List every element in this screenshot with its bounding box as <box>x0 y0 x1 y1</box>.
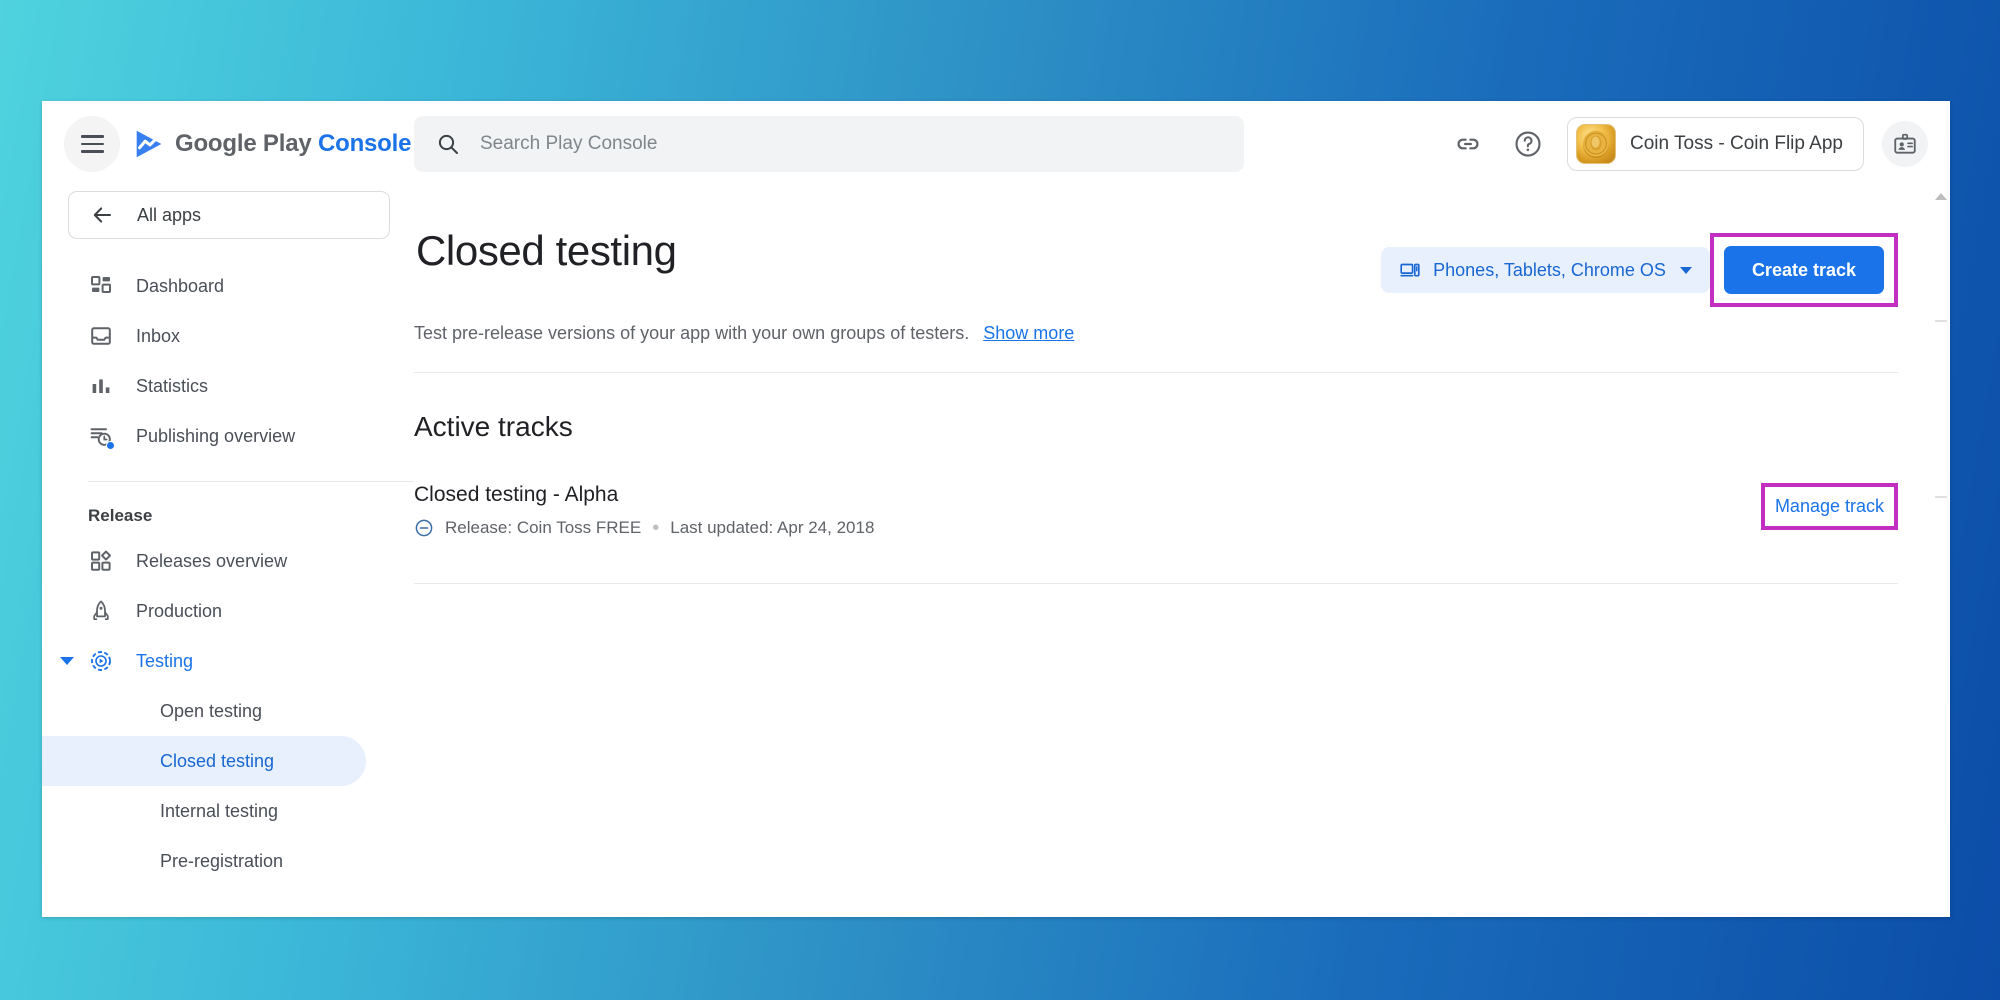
testing-icon <box>88 648 114 674</box>
track-meta: Release: Coin Toss FREE • Last updated: … <box>414 518 874 538</box>
logo-text-console: Console <box>317 130 412 157</box>
sidebar-item-label: Testing <box>136 650 194 671</box>
arrow-left-icon <box>93 207 111 223</box>
notification-badge-dot <box>106 441 115 450</box>
sidebar-subitem-label: Internal testing <box>160 800 279 821</box>
bar-chart-icon <box>88 373 114 399</box>
id-badge-icon <box>1894 133 1916 154</box>
primary-nav-list: Dashboard Inbox Statistics Publishing ov… <box>42 261 414 461</box>
google-play-logo-icon <box>136 130 162 158</box>
chevron-down-icon <box>1679 266 1692 274</box>
top-header: Google Play Console Search Play Console … <box>42 101 1950 187</box>
app-chip-label: Coin Toss - Coin Flip App <box>1630 133 1843 154</box>
app-selector-chip[interactable]: Coin Toss - Coin Flip App <box>1567 117 1864 171</box>
sidebar-item-label: Production <box>136 600 223 621</box>
chevron-down-icon[interactable] <box>60 657 74 665</box>
header-actions: Coin Toss - Coin Flip App <box>1447 117 1950 171</box>
search-input[interactable] <box>480 133 1222 155</box>
all-apps-label: All apps <box>137 204 202 225</box>
sidebar-item-inbox[interactable]: Inbox <box>42 311 366 361</box>
body-split: All apps Dashboard Inbox Statistics Publ… <box>42 187 1950 917</box>
search-icon <box>438 134 458 154</box>
sidebar: All apps Dashboard Inbox Statistics Publ… <box>42 187 414 917</box>
create-track-button[interactable]: Create track <box>1723 246 1884 294</box>
track-name: Closed testing - Alpha <box>414 483 619 506</box>
table-row: Closed testing - Alpha Release: Coin Tos… <box>414 483 1898 549</box>
page-subtitle: Test pre-release versions of your app wi… <box>414 323 970 343</box>
sidebar-item-label: Statistics <box>136 375 209 396</box>
inbox-icon <box>88 323 114 349</box>
sidebar-item-label: Dashboard <box>136 275 225 296</box>
manage-track-link[interactable]: Manage track <box>1775 496 1884 517</box>
scroll-up-arrow-icon[interactable] <box>1935 193 1947 200</box>
page-title-row: Closed testing Phones, Tablets, Chrome O… <box>414 227 1898 307</box>
rocket-icon <box>88 598 114 624</box>
sidebar-item-dashboard[interactable]: Dashboard <box>42 261 366 311</box>
brand-zone: Google Play Console <box>42 116 414 172</box>
publishing-overview-icon <box>88 423 115 450</box>
app-avatar-coin-icon <box>1576 124 1617 164</box>
device-filter-label: Phones, Tablets, Chrome OS <box>1433 259 1666 280</box>
sidebar-item-closed-testing[interactable]: Closed testing <box>42 736 366 786</box>
sidebar-item-releases-overview[interactable]: Releases overview <box>42 536 366 586</box>
meta-separator: • <box>652 517 660 539</box>
manage-track-highlight: Manage track <box>1760 483 1898 530</box>
logo-text: Google Play Console <box>175 130 411 158</box>
sidebar-item-testing[interactable]: Testing <box>42 636 366 686</box>
scrollbar-tick <box>1935 320 1947 322</box>
sidebar-item-label: Releases overview <box>136 550 288 571</box>
main-inner: Closed testing Phones, Tablets, Chrome O… <box>414 227 1950 584</box>
sidebar-item-pre-registration[interactable]: Pre-registration <box>42 836 366 886</box>
hamburger-line <box>80 135 104 138</box>
play-console-logo[interactable]: Google Play Console <box>132 127 411 161</box>
help-circle-icon <box>1515 131 1541 157</box>
track-divider <box>414 583 1898 584</box>
sidebar-subitem-label: Open testing <box>160 700 263 721</box>
sidebar-item-publishing-overview[interactable]: Publishing overview <box>42 411 366 461</box>
link-icon <box>1457 138 1479 150</box>
page-actions: Phones, Tablets, Chrome OS Create track <box>1381 227 1898 307</box>
account-badge-button[interactable] <box>1882 121 1928 167</box>
devices-icon <box>1400 263 1420 277</box>
sidebar-subitem-label: Closed testing <box>160 750 275 771</box>
active-tracks-heading: Active tracks <box>414 411 573 442</box>
releases-overview-icon <box>88 548 114 574</box>
search-box[interactable] <box>414 116 1244 172</box>
dashboard-icon <box>88 273 114 299</box>
sidebar-item-internal-testing[interactable]: Internal testing <box>42 786 366 836</box>
sidebar-item-label: Inbox <box>136 325 181 346</box>
sidebar-item-statistics[interactable]: Statistics <box>42 361 366 411</box>
sidebar-item-label: Publishing overview <box>136 425 296 446</box>
all-apps-button[interactable]: All apps <box>68 191 390 239</box>
track-info: Closed testing - Alpha Release: Coin Tos… <box>414 483 874 538</box>
link-icon-button[interactable] <box>1447 123 1489 165</box>
page-subtitle-row: Test pre-release versions of your app wi… <box>414 323 1898 344</box>
hamburger-line <box>80 142 104 146</box>
sidebar-subitem-label: Pre-registration <box>160 850 284 871</box>
create-track-highlight: Create track <box>1709 233 1898 307</box>
scrollbar-tick <box>1935 496 1947 498</box>
track-release-label: Release: Coin Toss FREE <box>445 518 642 537</box>
show-more-link[interactable]: Show more <box>983 323 1074 344</box>
search-zone <box>414 116 1447 172</box>
sidebar-section-release: Release <box>88 506 153 525</box>
section-divider <box>414 372 1898 373</box>
help-button[interactable] <box>1507 123 1549 165</box>
logo-text-google-play: Google Play <box>175 130 312 157</box>
hamburger-menu-button[interactable] <box>64 116 120 172</box>
coin-icon <box>1583 130 1610 158</box>
device-filter-chip[interactable]: Phones, Tablets, Chrome OS <box>1381 247 1710 293</box>
page-title: Closed testing <box>416 227 677 274</box>
sidebar-item-production[interactable]: Production <box>42 586 366 636</box>
hamburger-line <box>80 150 104 153</box>
circle-minus-icon <box>415 519 433 537</box>
track-action: Manage track <box>1760 483 1898 530</box>
play-console-window: Google Play Console Search Play Console … <box>42 101 1950 917</box>
sidebar-item-open-testing[interactable]: Open testing <box>42 686 366 736</box>
track-last-updated: Last updated: Apr 24, 2018 <box>670 518 875 537</box>
vertical-scrollbar[interactable] <box>1932 187 1950 917</box>
main-content: Closed testing Phones, Tablets, Chrome O… <box>414 187 1950 917</box>
